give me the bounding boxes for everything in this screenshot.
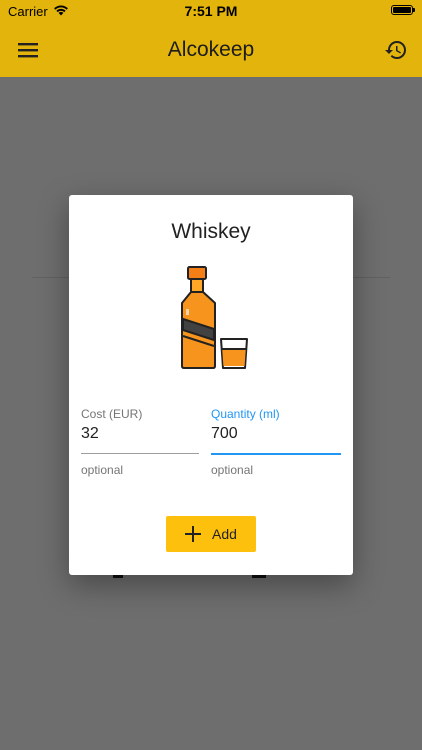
quantity-field-label: Quantity (ml) [211, 407, 280, 421]
quantity-helper-text: optional [211, 463, 254, 477]
add-drink-dialog: Whiskey Cost (EUR) 32 optional Quantity … [69, 195, 353, 575]
app-title: Alcokeep [167, 38, 255, 61]
cost-helper-text: optional [81, 463, 124, 477]
history-icon [385, 41, 406, 60]
quantity-field-underline [211, 453, 341, 455]
quantity-input[interactable]: 700 [211, 425, 238, 443]
cost-field-underline [81, 453, 199, 454]
whiskey-bottle-and-glass-icon [181, 266, 248, 369]
dialog-title: Whiskey [171, 220, 251, 243]
status-time: 7:51 PM [184, 3, 238, 19]
add-button[interactable]: Add [166, 516, 256, 552]
history-button[interactable] [380, 35, 412, 65]
battery-icon [391, 5, 415, 15]
app-bar: Alcokeep [0, 22, 422, 77]
status-bar: Carrier 7:51 PM [0, 0, 422, 22]
cost-field[interactable]: Cost (EUR) 32 optional [81, 405, 199, 477]
plus-icon [185, 526, 202, 542]
add-button-label: Add [212, 526, 237, 542]
cost-field-label: Cost (EUR) [81, 407, 143, 421]
quantity-field[interactable]: Quantity (ml) 700 optional [211, 405, 341, 477]
app-screen: Carrier 7:51 PM Alcokeep Whiskey Cost (E… [0, 0, 422, 750]
cost-input[interactable]: 32 [81, 425, 99, 443]
